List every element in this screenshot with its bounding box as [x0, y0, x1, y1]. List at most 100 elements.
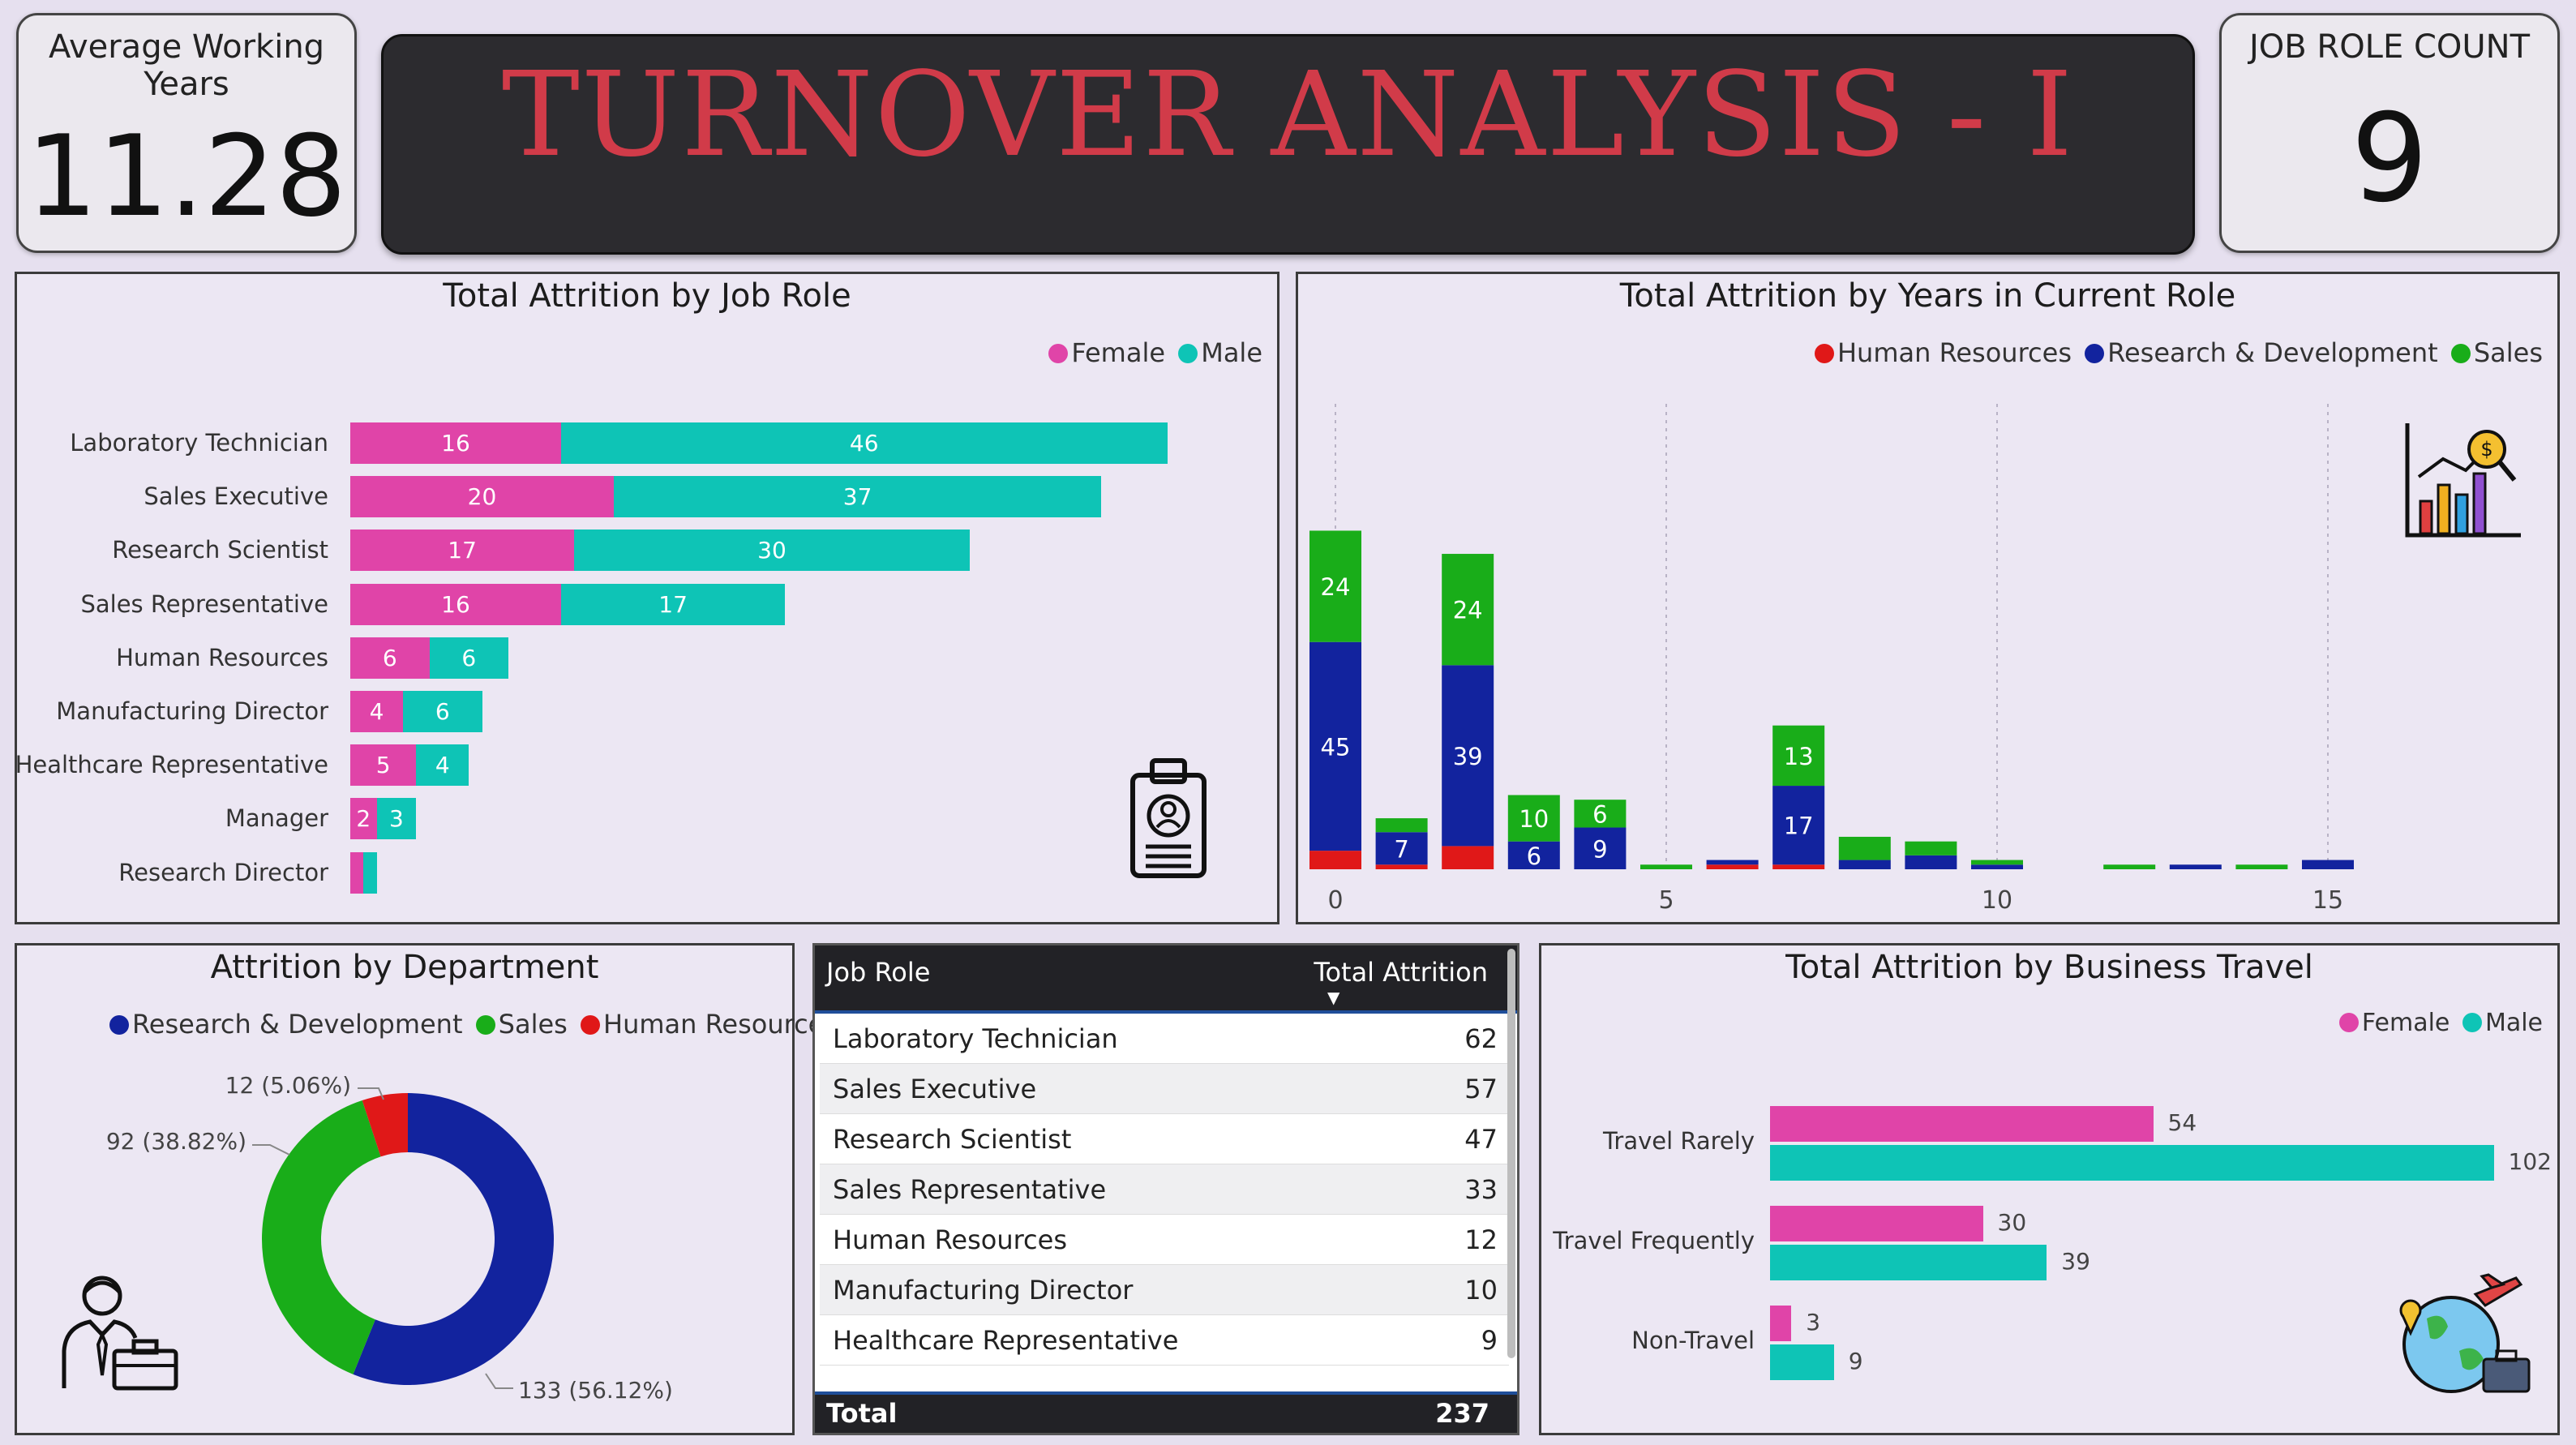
avg-working-years-label: Average Working Years — [48, 28, 325, 103]
total-label: Total — [826, 1398, 898, 1429]
globe-travel-icon — [2399, 1273, 2531, 1393]
bar-female-2: 17 — [350, 530, 575, 572]
bar-male-1: 37 — [614, 476, 1102, 518]
bar-male-2: 30 — [574, 530, 970, 572]
table-row[interactable]: Sales Representative 33 — [820, 1164, 1509, 1215]
table-row[interactable]: Sales Executive 57 — [820, 1064, 1509, 1114]
cell-total-attrition: 62 — [1464, 1023, 1498, 1054]
bar-male-4: 6 — [429, 637, 508, 679]
row-label-1: Travel Frequently — [1553, 1227, 1755, 1254]
bar-label-female-0: 54 — [2167, 1109, 2197, 1136]
table-row[interactable]: Laboratory Technician 62 — [820, 1014, 1509, 1064]
cell-total-attrition: 9 — [1481, 1325, 1498, 1356]
donut-leader-1 — [252, 1144, 290, 1156]
table-row[interactable]: Manufacturing Director 10 — [820, 1265, 1509, 1315]
bar-female-6: 5 — [350, 744, 417, 787]
sort-desc-icon: ▼ — [1327, 988, 1340, 1007]
row-label-3: Sales Representative — [80, 590, 328, 618]
table-header: Job Role Total Attrition ▼ — [815, 945, 1517, 1010]
x-tick-15: 15 — [2312, 886, 2343, 915]
bar-label-2-x3: 10 — [1519, 805, 1549, 833]
cell-total-attrition: 33 — [1464, 1174, 1498, 1205]
bar-2-x10[interactable] — [1971, 860, 2023, 865]
bar-female-2 — [1770, 1306, 1792, 1341]
table-row[interactable]: Healthcare Representative 9 — [820, 1315, 1509, 1366]
bar-label-male-0: 102 — [2508, 1148, 2552, 1175]
bar-female-7: 2 — [350, 798, 377, 840]
table-row[interactable]: Human Resources 12 — [820, 1215, 1509, 1265]
bar-female-1 — [1770, 1206, 1983, 1241]
bar-2-x9[interactable] — [1905, 841, 1957, 855]
analytics-chart-icon: $ — [2405, 423, 2521, 538]
row-label-7: Manager — [225, 804, 328, 833]
bar-1-x10[interactable] — [1971, 864, 2023, 869]
bar-label-1-x4: 9 — [1592, 835, 1607, 863]
attrition-by-years-in-role-chart[interactable]: Total Attrition by Years in Current Role… — [1296, 272, 2560, 924]
bar-1-x6[interactable] — [1706, 860, 1759, 865]
bar-0-x6[interactable] — [1706, 864, 1759, 869]
cell-job-role: Research Scientist — [833, 1124, 1072, 1155]
bar-0-x1[interactable] — [1375, 864, 1428, 869]
bar-2-x1[interactable] — [1375, 818, 1428, 833]
bar-label-1-x0: 45 — [1321, 733, 1351, 761]
bar-1-x9[interactable] — [1905, 855, 1957, 869]
job-role-count-card: JOB ROLE COUNT 9 — [2219, 13, 2560, 253]
cell-total-attrition: 47 — [1464, 1124, 1498, 1155]
table-total-row: Total 237 — [815, 1391, 1517, 1433]
attrition-by-business-travel-chart[interactable]: Total Attrition by Business Travel Femal… — [1539, 943, 2560, 1435]
bar-label-2-x0: 24 — [1321, 573, 1351, 601]
bar-female-1: 20 — [350, 476, 614, 518]
cell-total-attrition: 57 — [1464, 1074, 1498, 1104]
bar-2-x12[interactable] — [2103, 864, 2156, 869]
svg-text:$: $ — [2480, 438, 2492, 461]
bar-label-male-2: 9 — [1848, 1348, 1863, 1374]
cell-total-attrition: 10 — [1464, 1275, 1498, 1306]
cell-job-role: Human Resources — [833, 1224, 1067, 1255]
row-label-0: Laboratory Technician — [70, 429, 328, 457]
bar-0-x0[interactable] — [1309, 851, 1361, 869]
bar-label-2-x4: 6 — [1592, 800, 1607, 828]
job-role-attrition-table[interactable]: Job Role Total Attrition ▼ Laboratory Te… — [812, 943, 1519, 1435]
total-value: 237 — [1435, 1398, 1489, 1429]
chart-plot-area[interactable]: Laboratory Technician 16 46 Sales Executive… — [15, 274, 1277, 922]
bar-2-x14[interactable] — [2235, 864, 2288, 869]
avg-working-years-card: Average Working Years 11.28 — [16, 13, 357, 253]
bar-0-x7[interactable] — [1772, 864, 1825, 869]
bar-2-x8[interactable] — [1838, 836, 1891, 860]
bar-male-5: 6 — [403, 691, 482, 732]
bar-female-0 — [1770, 1106, 2154, 1142]
table-scrollbar[interactable] — [1507, 949, 1515, 1358]
bar-1-x15[interactable] — [2302, 860, 2354, 869]
bar-male-7: 3 — [376, 798, 417, 840]
bar-female-3: 16 — [350, 583, 561, 625]
bar-1-x8[interactable] — [1838, 860, 1891, 869]
bar-label-female-2: 3 — [1806, 1309, 1821, 1336]
bar-female-8 — [350, 851, 364, 894]
cell-total-attrition: 12 — [1464, 1224, 1498, 1255]
title-banner: TURNOVER ANALYSIS - I — [381, 34, 2195, 255]
job-role-count-value: 9 — [2351, 88, 2428, 229]
bar-label-2-x2: 24 — [1453, 597, 1483, 624]
bar-0-x2[interactable] — [1442, 846, 1494, 869]
donut-slice-1[interactable] — [262, 1100, 381, 1374]
row-label-6: Healthcare Representative — [15, 751, 328, 779]
bar-male-8 — [363, 851, 377, 894]
row-label-8: Research Director — [118, 858, 328, 886]
bar-label-1-x1: 7 — [1394, 835, 1408, 863]
bar-1-x13[interactable] — [2169, 864, 2222, 869]
table-body[interactable]: Laboratory Technician 62 Sales Executive 57… — [815, 1014, 1517, 1366]
chart-plot-area[interactable]: 0 5 10 15 45 24 7 39 24 6 10 9 6 17 13 — [1298, 274, 2557, 922]
x-tick-10: 10 — [1982, 886, 2012, 915]
column-header-job-role[interactable]: Job Role — [826, 957, 930, 988]
bar-male-3: 17 — [561, 583, 786, 625]
row-label-5: Manufacturing Director — [56, 697, 328, 725]
column-header-total-attrition[interactable]: Total Attrition — [1314, 957, 1488, 988]
donut-label-0: 133 (56.12%) — [518, 1377, 673, 1404]
attrition-by-job-role-chart[interactable]: Total Attrition by Job Role Female Male … — [15, 272, 1279, 924]
cell-job-role: Sales Representative — [833, 1174, 1107, 1205]
row-label-0: Travel Rarely — [1602, 1127, 1755, 1155]
table-row[interactable]: Research Scientist 47 — [820, 1114, 1509, 1164]
row-label-4: Human Resources — [116, 643, 328, 671]
attrition-by-department-chart[interactable]: Attrition by Department Research & Devel… — [15, 943, 838, 1435]
bar-2-x5[interactable] — [1640, 864, 1692, 869]
